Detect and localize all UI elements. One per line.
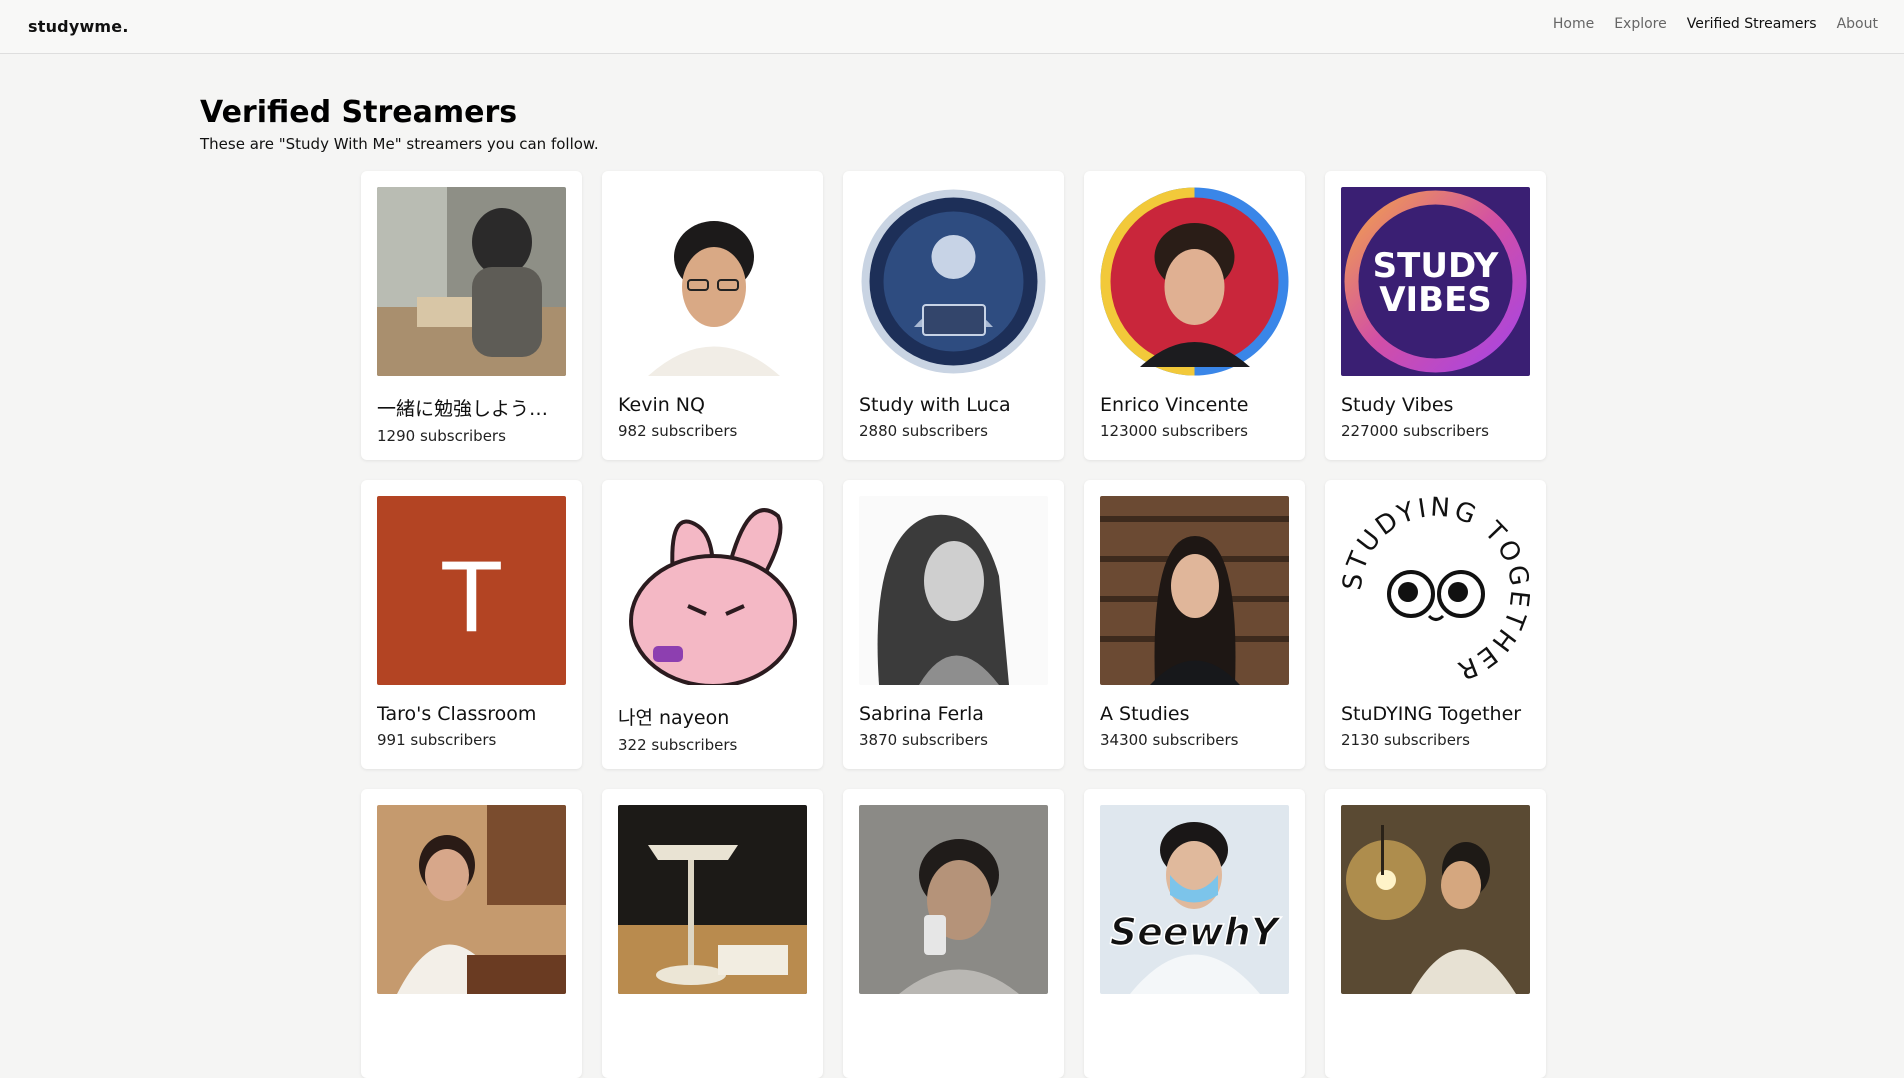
streamer-card[interactable] <box>843 789 1064 1078</box>
streamer-avatar <box>859 187 1048 376</box>
streamer-avatar: STUDY VIBES <box>1341 187 1530 376</box>
streamer-avatar: SeewhY <box>1100 805 1289 994</box>
subscriber-count: 982 subscribers <box>618 422 738 440</box>
subscriber-count: 2880 subscribers <box>859 422 988 440</box>
subscriber-count: 2130 subscribers <box>1341 731 1470 749</box>
streamer-name: A Studies <box>1100 703 1190 725</box>
streamer-name: Taro's Classroom <box>377 703 537 725</box>
streamer-name: StuDYING Together <box>1341 703 1522 725</box>
subscriber-count: 123000 subscribers <box>1100 422 1249 440</box>
streamer-card[interactable]: 나연 nayeon 322 subscribers <box>602 480 823 769</box>
page-title: Verified Streamers <box>200 95 518 130</box>
streamer-avatar <box>1341 805 1530 994</box>
streamer-card[interactable]: Sabrina Ferla 3870 subscribers <box>843 480 1064 769</box>
streamer-name: Enrico Vincente <box>1100 394 1249 416</box>
streamer-avatar <box>618 805 807 994</box>
streamer-card[interactable] <box>1325 789 1546 1078</box>
nav-link-about[interactable]: About <box>1837 16 1878 32</box>
streamer-avatar <box>618 496 807 685</box>
subscriber-count: 3870 subscribers <box>859 731 988 749</box>
streamer-card[interactable] <box>602 789 823 1078</box>
brand-logo[interactable]: studywme. <box>28 17 129 36</box>
streamer-card[interactable]: T Taro's Classroom 991 subscribers <box>361 480 582 769</box>
study-vibes-logo-line2: VIBES <box>1379 280 1492 320</box>
streamer-avatar <box>1100 496 1289 685</box>
streamer-avatar <box>859 496 1048 685</box>
streamer-card[interactable]: A Studies 34300 subscribers <box>1084 480 1305 769</box>
page-subtitle: These are "Study With Me" streamers you … <box>200 135 599 153</box>
subscriber-count: 227000 subscribers <box>1341 422 1490 440</box>
streamer-name: 나연 nayeon <box>618 707 730 729</box>
subscriber-count: 322 subscribers <box>618 736 738 754</box>
streamer-card[interactable]: Kevin NQ 982 subscribers <box>602 171 823 460</box>
streamer-name: 一緒に勉強しよう📖📚 <box>377 398 566 420</box>
nav-link-verified-streamers[interactable]: Verified Streamers <box>1687 16 1817 32</box>
streamer-avatar <box>377 187 566 376</box>
top-navbar: studywme. Home Explore Verified Streamer… <box>0 0 1904 54</box>
streamer-name: Study with Luca <box>859 394 1011 416</box>
streamer-name: Sabrina Ferla <box>859 703 984 725</box>
streamer-name: Study Vibes <box>1341 394 1454 416</box>
streamer-card[interactable]: STUDY VIBES Study Vibes 227000 subscribe… <box>1325 171 1546 460</box>
nav-links: Home Explore Verified Streamers About <box>1553 16 1878 32</box>
nav-link-home[interactable]: Home <box>1553 16 1594 32</box>
streamer-avatar <box>1100 187 1289 376</box>
subscriber-count: 991 subscribers <box>377 731 497 749</box>
streamer-card[interactable]: SeewhY <box>1084 789 1305 1078</box>
streamer-name: Kevin NQ <box>618 394 705 416</box>
streamer-avatar: STUDYING TOGETHER <box>1341 496 1530 685</box>
subscriber-count: 34300 subscribers <box>1100 731 1239 749</box>
avatar-initial: T <box>441 544 501 654</box>
streamer-avatar <box>859 805 1048 994</box>
streamer-card[interactable]: STUDYING TOGETHER StuDYING Together 2130… <box>1325 480 1546 769</box>
streamer-avatar <box>618 187 807 376</box>
streamer-card[interactable]: Study with Luca 2880 subscribers <box>843 171 1064 460</box>
subscriber-count: 1290 subscribers <box>377 427 506 445</box>
seewhy-logo-text: SeewhY <box>1110 910 1282 954</box>
streamer-card[interactable] <box>361 789 582 1078</box>
streamer-card[interactable]: Enrico Vincente 123000 subscribers <box>1084 171 1305 460</box>
streamer-avatar <box>377 805 566 994</box>
streamer-card[interactable]: 一緒に勉強しよう📖📚 1290 subscribers <box>361 171 582 460</box>
streamer-avatar: T <box>377 496 566 685</box>
nav-link-explore[interactable]: Explore <box>1614 16 1667 32</box>
streamer-grid: 一緒に勉強しよう📖📚 1290 subscribers Kevin NQ 982… <box>361 171 1546 1078</box>
